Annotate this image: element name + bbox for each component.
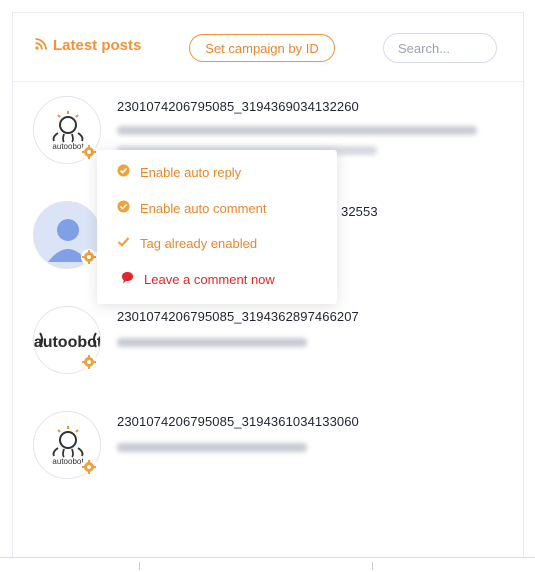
post-id: 2301074206795085_3194361034133060 bbox=[117, 414, 359, 429]
check-circle-icon bbox=[117, 200, 130, 216]
check-icon bbox=[117, 235, 130, 251]
panel-header: Latest posts Set campaign by ID Search..… bbox=[13, 13, 523, 82]
svg-text:autoobot: autoobot bbox=[52, 142, 84, 151]
post-item[interactable]: autoobot 2301074206795085_31943610341330… bbox=[33, 411, 513, 491]
gear-icon[interactable] bbox=[81, 459, 97, 475]
comment-icon bbox=[121, 271, 134, 287]
menu-item-label: Leave a comment now bbox=[144, 271, 275, 287]
gear-icon[interactable] bbox=[81, 144, 97, 160]
post-meta-blurred bbox=[117, 443, 307, 452]
panel-title: Latest posts bbox=[35, 37, 141, 54]
check-circle-icon bbox=[117, 164, 130, 180]
post-actions-menu: Enable auto reply Enable auto comment Ta… bbox=[97, 150, 337, 304]
menu-item-label: Enable auto comment bbox=[140, 200, 267, 216]
footer-bar bbox=[0, 557, 535, 572]
set-campaign-button[interactable]: Set campaign by ID bbox=[189, 34, 335, 62]
panel-title-text: Latest posts bbox=[53, 37, 142, 54]
menu-item-leave-comment[interactable]: Leave a comment now bbox=[121, 271, 275, 287]
post-item[interactable]: autoobot 2301074206795085_31943628974662… bbox=[33, 306, 513, 386]
menu-item-label: Tag already enabled bbox=[140, 235, 258, 251]
post-excerpt-blurred bbox=[117, 126, 477, 135]
gear-icon[interactable] bbox=[81, 249, 97, 265]
post-id: 2301074206795085_3194362897466207 bbox=[117, 309, 359, 324]
footer-divider bbox=[139, 562, 140, 570]
menu-item-tag-enabled[interactable]: Tag already enabled bbox=[117, 235, 257, 251]
rss-icon bbox=[35, 37, 47, 54]
search-input[interactable]: Search... bbox=[383, 33, 497, 63]
gear-icon[interactable] bbox=[81, 354, 97, 370]
post-id: 32553 bbox=[341, 204, 378, 219]
footer-divider bbox=[372, 562, 373, 570]
menu-item-enable-auto-comment[interactable]: Enable auto comment bbox=[117, 200, 266, 216]
post-meta-blurred bbox=[117, 338, 307, 347]
menu-item-label: Enable auto reply bbox=[140, 164, 242, 180]
svg-text:autoobot: autoobot bbox=[34, 334, 101, 351]
svg-text:autoobot: autoobot bbox=[52, 457, 84, 466]
menu-item-enable-auto-reply[interactable]: Enable auto reply bbox=[117, 164, 241, 180]
post-id: 2301074206795085_3194369034132260 bbox=[117, 99, 359, 114]
